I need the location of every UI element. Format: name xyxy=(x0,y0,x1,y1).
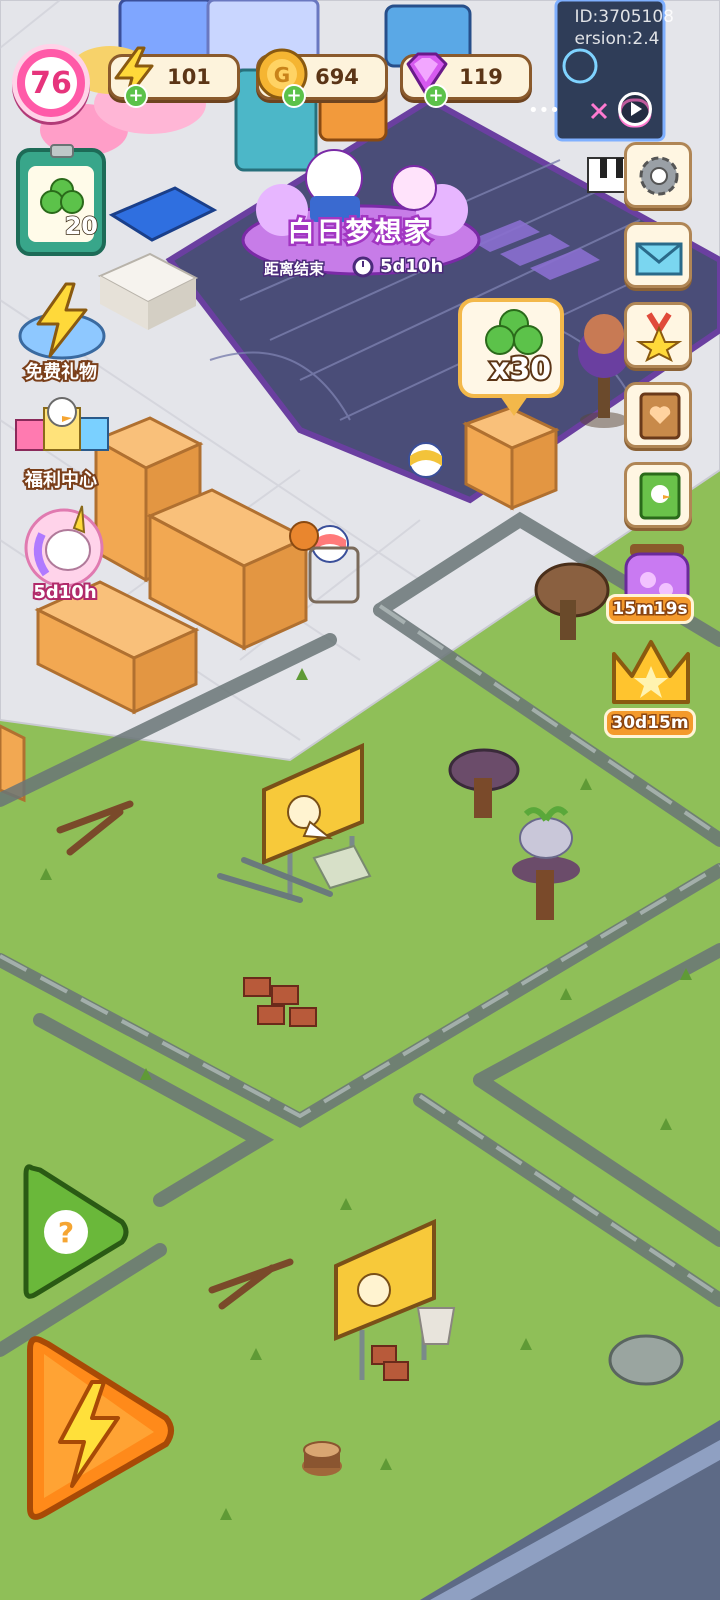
mail-button[interactable] xyxy=(624,222,692,288)
player-level-badge[interactable]: 76 xyxy=(12,44,90,122)
medal-icon xyxy=(635,312,683,362)
more-options-icon[interactable]: ••• xyxy=(528,100,560,121)
gear-icon xyxy=(639,156,679,196)
welfare-center-label: 福利中心 xyxy=(23,468,99,493)
unicorn-event-timer: 5d10h xyxy=(31,580,98,605)
add-coins-button[interactable]: + xyxy=(282,84,306,108)
question-icon: ? xyxy=(44,1210,88,1254)
green-book-icon xyxy=(639,472,681,520)
welfare-center-icon[interactable] xyxy=(10,394,114,466)
album-button[interactable] xyxy=(624,382,692,448)
heart-book-icon xyxy=(639,392,681,440)
help-button[interactable]: ? xyxy=(18,1160,130,1304)
achievements-button[interactable] xyxy=(624,302,692,368)
task-count: 20 xyxy=(64,211,99,241)
add-gems-button[interactable]: + xyxy=(424,84,448,108)
svg-text:G: G xyxy=(274,63,290,87)
diary-button[interactable] xyxy=(624,462,692,528)
add-energy-button[interactable]: + xyxy=(124,84,148,108)
player-level-value: 76 xyxy=(30,65,72,101)
free-gift-label: 免费礼物 xyxy=(23,360,99,385)
event-time-left: 5d10h xyxy=(378,255,444,279)
clip-icon xyxy=(50,144,74,158)
event-title: 白日梦想家 xyxy=(285,215,433,251)
crown-timer: 30d15m xyxy=(604,708,696,738)
free-gift-icon[interactable] xyxy=(14,280,110,362)
task-clipboard[interactable]: 20 xyxy=(16,144,106,256)
settings-button[interactable] xyxy=(624,142,692,208)
debug-id: ID:3705108 xyxy=(574,7,674,27)
unicorn-event-icon[interactable] xyxy=(12,504,116,588)
crown-icon[interactable] xyxy=(608,636,694,712)
energy-action-button[interactable] xyxy=(22,1332,178,1528)
record-button[interactable] xyxy=(618,92,652,126)
debug-info: ID:3705108 ersion:2.4 xyxy=(574,6,674,50)
clover-reward-bubble[interactable]: x30 xyxy=(458,298,564,416)
svg-text:?: ? xyxy=(58,1216,74,1249)
debug-version: ersion:2.4 xyxy=(574,29,660,49)
jar-timer: 15m19s xyxy=(606,594,694,624)
reward-quantity: x30 xyxy=(488,350,553,389)
clock-icon xyxy=(352,256,374,278)
mail-icon xyxy=(635,242,683,276)
event-ends-label: 距离结束 xyxy=(262,259,325,280)
